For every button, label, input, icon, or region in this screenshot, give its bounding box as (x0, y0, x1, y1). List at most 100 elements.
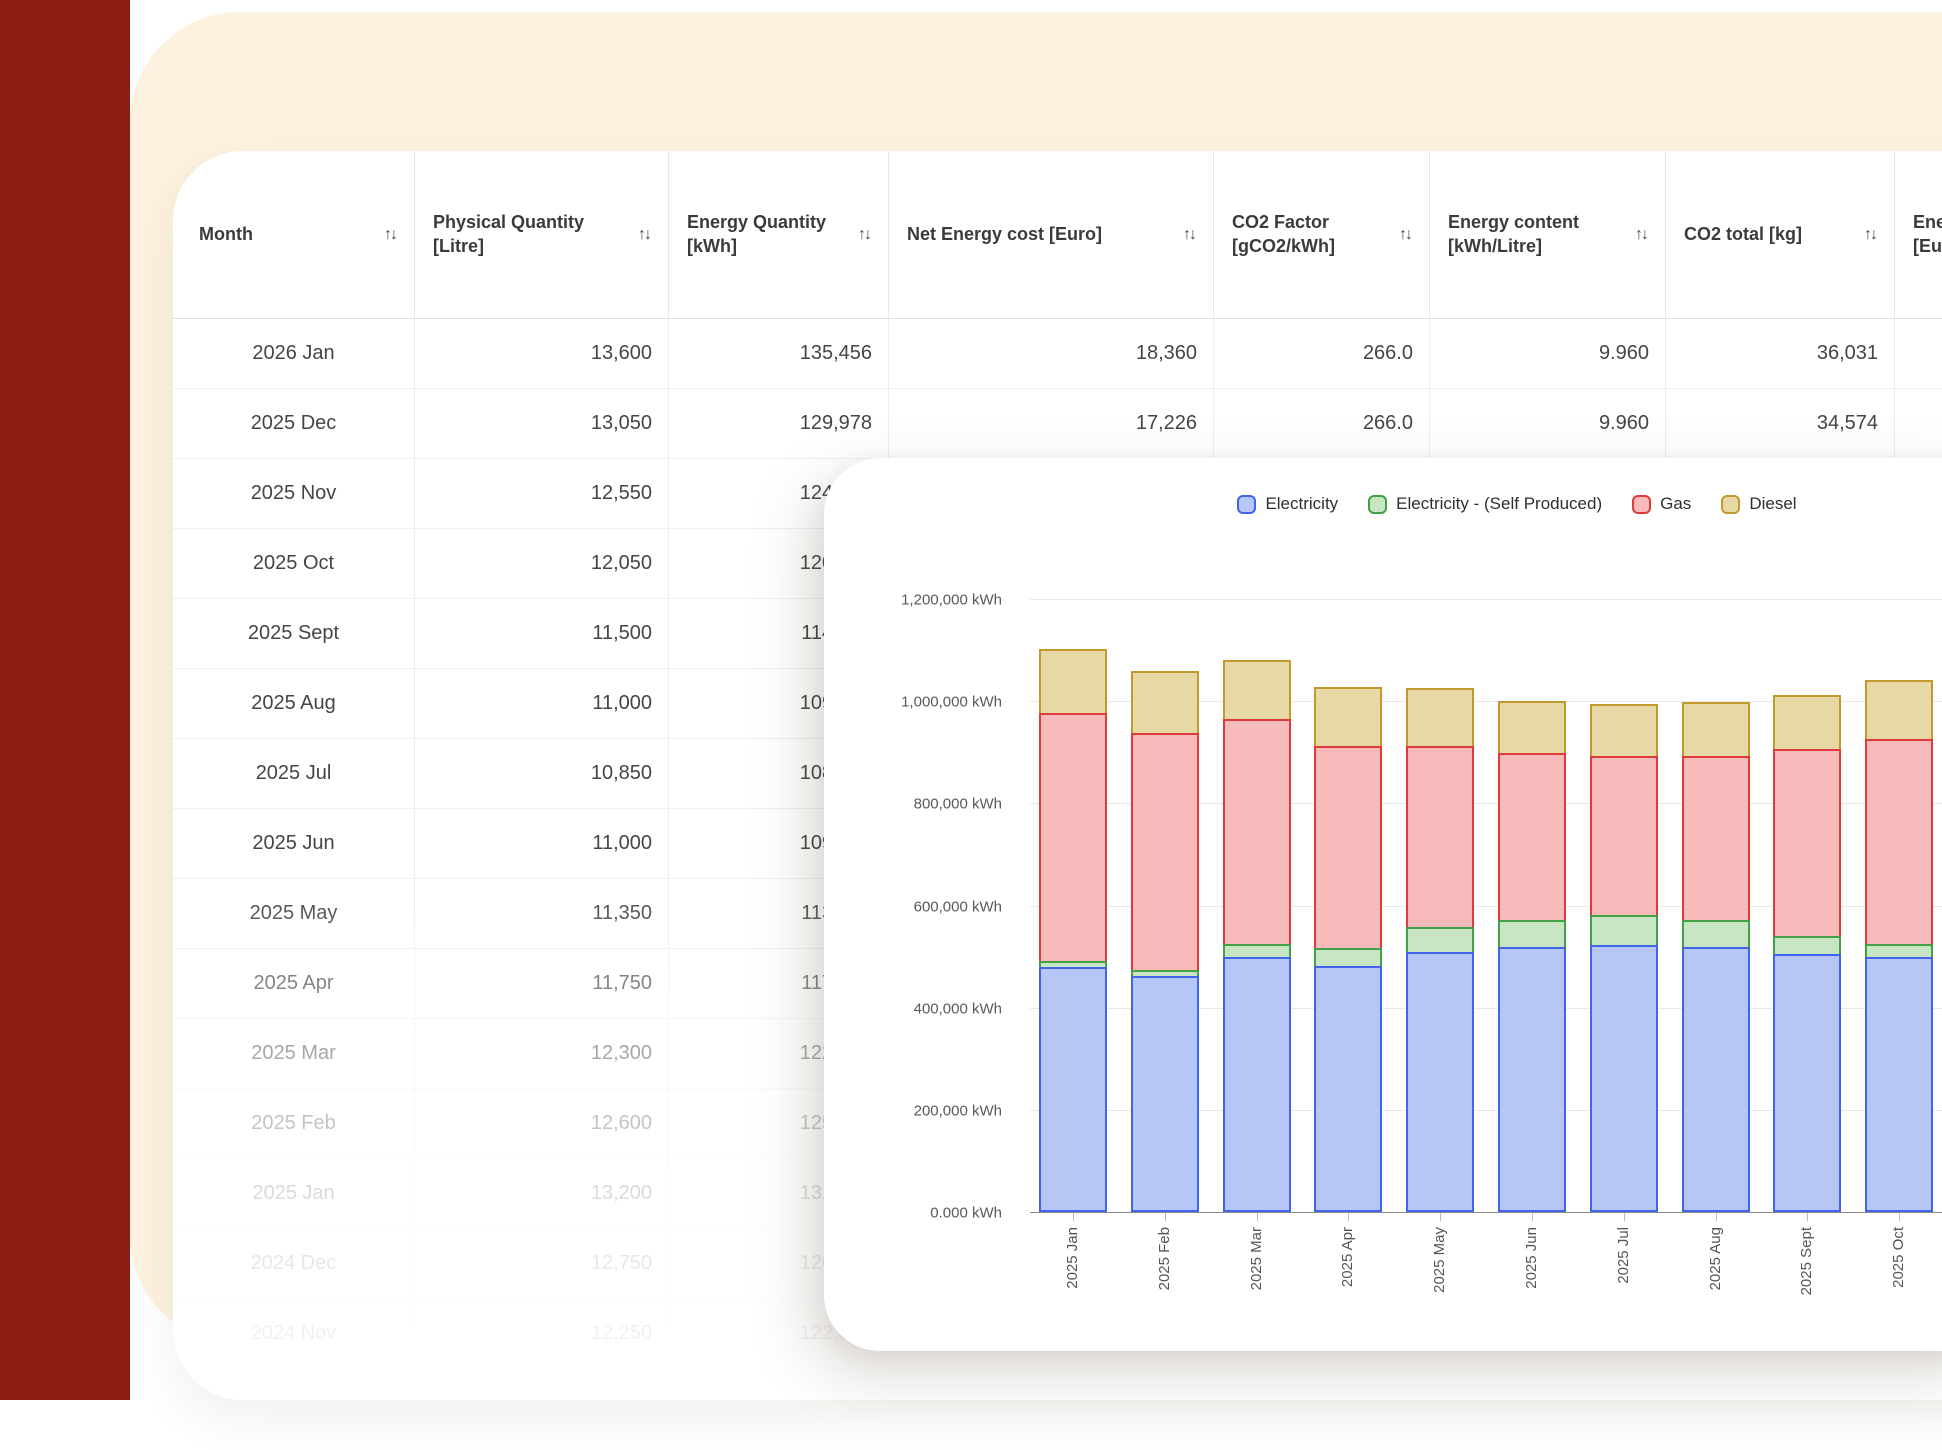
legend-swatch-electricity-self-produced (1368, 494, 1388, 514)
sort-icon[interactable]: ↑↓ (638, 226, 652, 244)
bar-segment-gas[interactable] (1773, 749, 1842, 938)
x-axis-label: 2025 May (1431, 1227, 1449, 1293)
sort-icon[interactable]: ↑↓ (1635, 226, 1649, 244)
cell-co2_total: 34,574 (1666, 389, 1895, 458)
sort-icon[interactable]: ↑↓ (1399, 226, 1413, 244)
bar-2025-jan[interactable] (1039, 649, 1107, 1212)
cell-physical_quantity: 13,600 (415, 319, 669, 388)
legend-label: Electricity (1265, 494, 1339, 513)
bar-segment-diesel[interactable] (1681, 702, 1750, 758)
bar-segment-diesel[interactable] (1498, 701, 1566, 755)
bar-segment-electricity-self-produced[interactable] (1406, 927, 1475, 954)
column-header-label: CO2 Factor [gCO2/kWh] (1232, 212, 1335, 256)
cell-month: 2025 Jan (173, 1159, 415, 1228)
bar-2025-may[interactable] (1406, 688, 1475, 1212)
bar-segment-diesel[interactable] (1039, 649, 1107, 715)
bar-segment-electricity-self-produced[interactable] (1773, 936, 1842, 956)
column-header-physical_quantity[interactable]: Physical Quantity [Litre] ↑↓ (415, 151, 669, 318)
bar-segment-electricity[interactable] (1681, 947, 1750, 1212)
legend-label: Diesel (1749, 494, 1797, 513)
bar-segment-gas[interactable] (1865, 739, 1934, 946)
cell-physical_quantity: 11,000 (415, 809, 669, 878)
bar-segment-electricity[interactable] (1498, 947, 1566, 1212)
bar-segment-diesel[interactable] (1865, 680, 1934, 741)
bar-segment-electricity[interactable] (1773, 954, 1842, 1212)
bar-segment-electricity-self-produced[interactable] (1314, 948, 1383, 968)
legend-item-diesel[interactable]: Diesel (1721, 494, 1797, 514)
bar-segment-diesel[interactable] (1222, 660, 1291, 721)
bar-segment-electricity[interactable] (1314, 966, 1383, 1212)
bar-2025-apr[interactable] (1314, 687, 1383, 1212)
bar-segment-electricity-self-produced[interactable] (1589, 915, 1658, 947)
cell-month: 2025 May (173, 879, 415, 948)
bar-2025-jul[interactable] (1589, 704, 1658, 1212)
cell-month: 2024 Nov (173, 1299, 415, 1368)
y-axis-tick-label: 400,000 kWh (913, 1000, 1002, 1018)
x-axis-line (1030, 1212, 1942, 1213)
bar-segment-electricity-self-produced[interactable] (1498, 920, 1566, 949)
bar-segment-electricity[interactable] (1130, 976, 1199, 1212)
sort-icon[interactable]: ↑↓ (384, 226, 398, 244)
sort-icon[interactable]: ↑↓ (858, 226, 872, 244)
bar-segment-gas[interactable] (1314, 746, 1383, 950)
bar-2025-aug[interactable] (1681, 702, 1750, 1212)
bar-segment-gas[interactable] (1222, 719, 1291, 946)
column-header-energy_content[interactable]: Energy content [kWh/Litre] ↑↓ (1430, 151, 1666, 318)
cell-month: 2025 Dec (173, 389, 415, 458)
column-header-label: CO2 total [kg] (1684, 223, 1803, 244)
bar-segment-gas[interactable] (1039, 713, 1107, 963)
bar-segment-gas[interactable] (1681, 756, 1750, 922)
bar-segment-electricity-self-produced[interactable] (1681, 920, 1750, 949)
bar-segment-diesel[interactable] (1130, 671, 1199, 735)
column-header-month[interactable]: Month ↑↓ (173, 151, 415, 318)
table-row[interactable]: 2026 Jan 13,600 135,456 18,360 266.0 9.960 36,… (173, 319, 1942, 389)
bar-2025-oct[interactable] (1865, 680, 1934, 1212)
bar-segment-gas[interactable] (1406, 746, 1475, 929)
bar-segment-gas[interactable] (1130, 733, 1199, 972)
bar-segment-diesel[interactable] (1589, 704, 1658, 758)
column-header-label: Physical Quantity [Litre] (433, 212, 585, 256)
gridline (1030, 599, 1942, 600)
bar-segment-electricity[interactable] (1589, 945, 1658, 1212)
column-header-energy_cost[interactable]: Ene[Eur (1895, 151, 1942, 318)
column-header-label: Ene[Eur (1913, 212, 1942, 256)
sort-icon[interactable]: ↑↓ (1864, 226, 1878, 244)
bar-segment-electricity[interactable] (1039, 967, 1107, 1212)
column-header-energy_quantity[interactable]: Energy Quantity [kWh] ↑↓ (669, 151, 889, 318)
bar-2025-sept[interactable] (1773, 695, 1842, 1212)
x-axis-label: 2025 Apr (1339, 1227, 1357, 1288)
bar-segment-electricity[interactable] (1865, 957, 1934, 1212)
cell-energy_quantity: 129,978 (669, 389, 889, 458)
cell-month: 2025 Oct (173, 529, 415, 598)
bar-segment-electricity[interactable] (1406, 952, 1475, 1212)
cell-physical_quantity: 12,600 (415, 1089, 669, 1158)
legend-item-electricity[interactable]: Electricity (1237, 494, 1338, 514)
x-axis-tick (1715, 1213, 1717, 1221)
x-axis-label: 2025 Jan (1064, 1227, 1081, 1289)
bar-segment-diesel[interactable] (1406, 688, 1475, 748)
column-header-co2_total[interactable]: CO2 total [kg] ↑↓ (1666, 151, 1895, 318)
x-axis-label: 2025 Jul (1614, 1227, 1632, 1284)
table-row[interactable]: 2025 Dec 13,050 129,978 17,226 266.0 9.960 34,… (173, 389, 1942, 459)
bar-2025-feb[interactable] (1130, 671, 1199, 1212)
bar-segment-electricity[interactable] (1222, 957, 1291, 1212)
cell-physical_quantity: 12,300 (415, 1019, 669, 1088)
bar-segment-diesel[interactable] (1314, 687, 1383, 748)
bar-segment-gas[interactable] (1589, 756, 1658, 917)
cell-energy_quantity: 135,456 (669, 319, 889, 388)
legend-item-electricity-self-produced[interactable]: Electricity - (Self Produced) (1368, 494, 1602, 514)
column-header-co2_factor[interactable]: CO2 Factor [gCO2/kWh] ↑↓ (1214, 151, 1430, 318)
bar-segment-diesel[interactable] (1773, 695, 1842, 751)
cell-physical_quantity: 11,000 (415, 669, 669, 738)
bar-segment-gas[interactable] (1498, 753, 1566, 922)
legend-swatch-diesel (1721, 494, 1741, 514)
cell-co2_total: 36,031 (1666, 319, 1895, 388)
sort-icon[interactable]: ↑↓ (1183, 226, 1197, 244)
x-axis-tick (1899, 1213, 1901, 1221)
bar-2025-mar[interactable] (1222, 660, 1291, 1212)
bar-2025-jun[interactable] (1498, 701, 1566, 1212)
y-axis-tick-label: 0.000 kWh (930, 1204, 1002, 1222)
cell-energy_content: 9.960 (1430, 389, 1666, 458)
legend-item-gas[interactable]: Gas (1632, 494, 1691, 514)
column-header-net_energy_cost[interactable]: Net Energy cost [Euro] ↑↓ (889, 151, 1214, 318)
